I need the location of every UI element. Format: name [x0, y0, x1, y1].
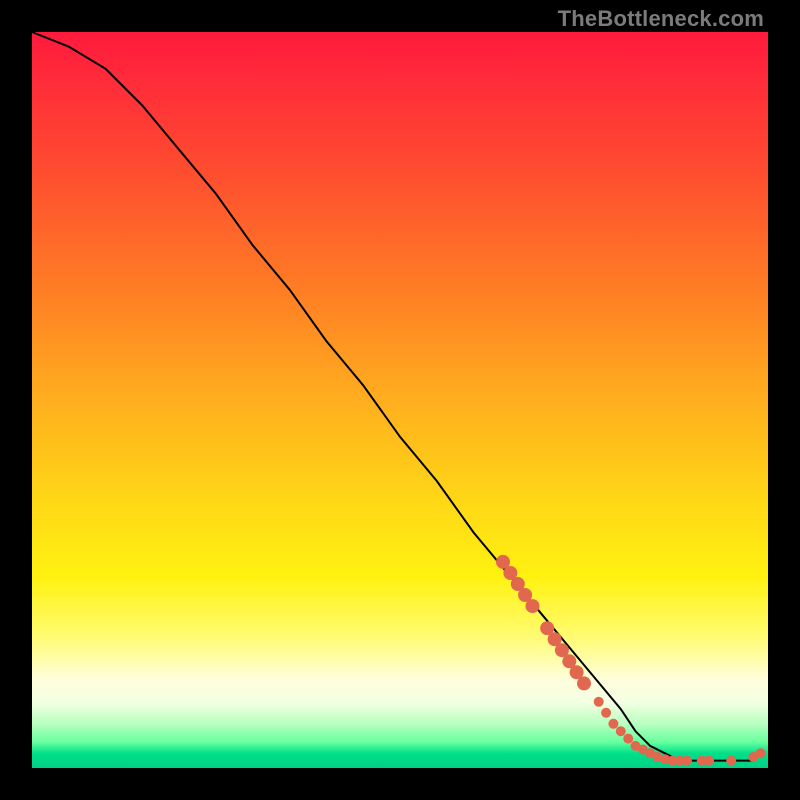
watermark-text: TheBottleneck.com	[558, 6, 764, 32]
chart-frame: TheBottleneck.com	[0, 0, 800, 800]
chart-svg	[32, 32, 768, 768]
plot-area	[32, 32, 768, 768]
data-marker	[601, 708, 611, 718]
curve-line	[32, 32, 761, 761]
data-marker	[526, 599, 540, 613]
marker-group	[496, 555, 766, 766]
data-marker	[623, 734, 633, 744]
data-marker	[608, 719, 618, 729]
data-marker	[616, 726, 626, 736]
data-marker	[756, 748, 766, 758]
data-marker	[682, 756, 692, 766]
data-marker	[594, 697, 604, 707]
data-marker	[704, 756, 714, 766]
data-marker	[577, 676, 591, 690]
data-marker	[726, 756, 736, 766]
